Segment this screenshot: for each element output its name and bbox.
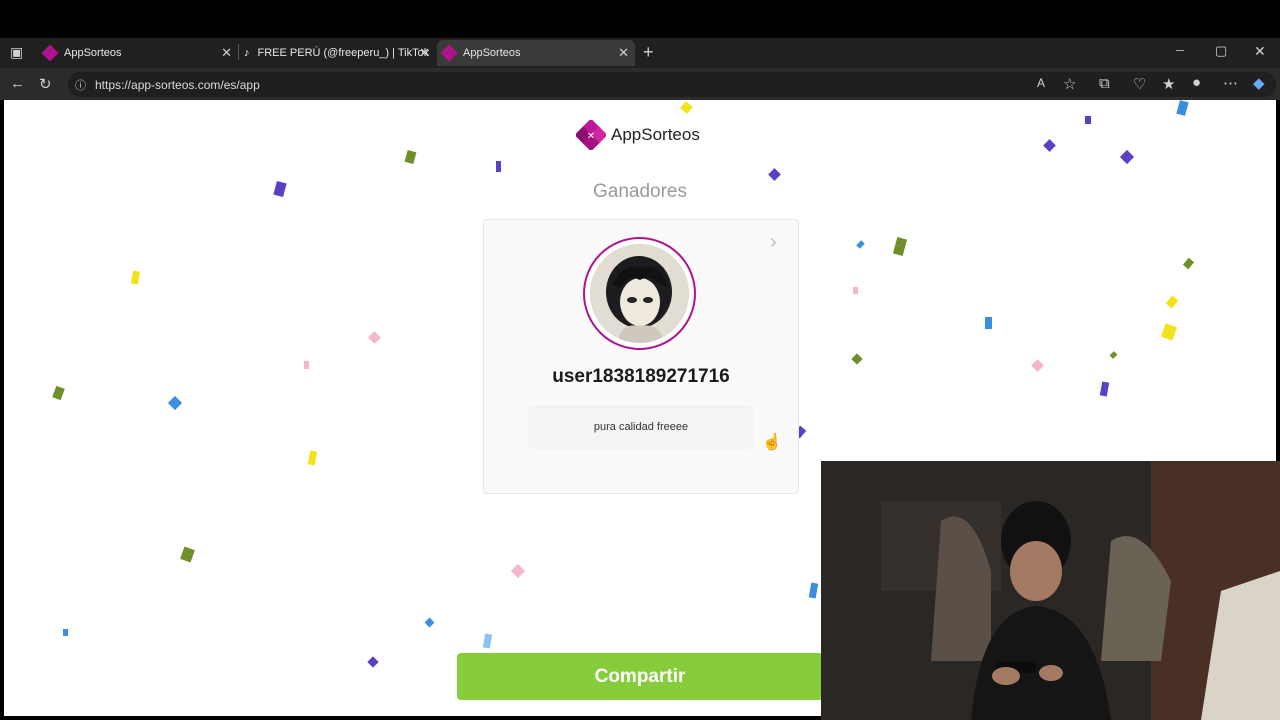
close-window-button[interactable]: ✕ bbox=[1254, 43, 1266, 60]
profile-avatar-icon[interactable]: ● bbox=[1192, 74, 1201, 91]
url-text: https://app-sorteos.com/es/app bbox=[95, 77, 260, 92]
winner-username: user1838189271716 bbox=[552, 366, 730, 387]
tab-appsorteos-1[interactable]: AppSorteos ✕ bbox=[38, 40, 238, 66]
site-info-icon[interactable]: ⓘ bbox=[75, 77, 86, 93]
winner-comment: pura calidad freeee bbox=[528, 405, 754, 449]
close-tab-icon[interactable]: ✕ bbox=[221, 45, 232, 61]
brand[interactable]: ✕ AppSorteos bbox=[576, 120, 700, 150]
tab-actions-icon[interactable]: ▣ bbox=[10, 44, 23, 61]
avatar-illustration bbox=[590, 244, 689, 343]
close-tab-icon[interactable]: ✕ bbox=[419, 45, 430, 61]
webcam-feed-image bbox=[821, 461, 1280, 720]
confetti-piece bbox=[496, 161, 501, 172]
tab-title: AppSorteos bbox=[463, 47, 521, 59]
tiktok-favicon-icon: ♪ bbox=[244, 47, 250, 59]
read-aloud-icon[interactable]: A bbox=[1037, 76, 1045, 90]
share-button[interactable]: Compartir bbox=[457, 653, 823, 700]
winner-avatar bbox=[590, 244, 689, 343]
back-icon[interactable]: ← bbox=[10, 75, 25, 92]
tab-title: AppSorteos bbox=[64, 47, 122, 59]
tab-tiktok[interactable]: ♪ FREE PERÚ (@freeperu_) | TikTok ✕ bbox=[238, 40, 436, 66]
os-top-bar bbox=[0, 0, 1280, 38]
confetti-piece bbox=[985, 317, 992, 329]
address-bar[interactable]: https://app-sorteos.com/es/app bbox=[68, 72, 1276, 97]
close-tab-icon[interactable]: ✕ bbox=[618, 45, 629, 61]
reload-icon[interactable]: ↻ bbox=[39, 75, 52, 93]
copilot-icon[interactable]: ◆ bbox=[1253, 74, 1265, 92]
extensions-icon[interactable]: ⧉ bbox=[1099, 75, 1110, 92]
favorite-star-icon[interactable]: ☆ bbox=[1063, 75, 1076, 93]
comment-text: pura calidad freeee bbox=[593, 421, 689, 433]
minimize-button[interactable]: ─ bbox=[1176, 45, 1184, 57]
tab-title: FREE PERÚ (@freeperu_) | TikTok bbox=[257, 47, 430, 59]
confetti-piece bbox=[1085, 116, 1091, 124]
webcam-overlay bbox=[821, 461, 1280, 720]
confetti-piece bbox=[304, 361, 309, 369]
maximize-button[interactable]: ▢ bbox=[1215, 43, 1227, 59]
appsorteos-logo-icon: ✕ bbox=[576, 120, 606, 150]
browser-essentials-icon[interactable]: ♡ bbox=[1133, 75, 1146, 93]
favorites-icon[interactable]: ★ bbox=[1162, 75, 1175, 93]
appsorteos-favicon-icon bbox=[41, 44, 59, 62]
brand-name: AppSorteos bbox=[611, 125, 700, 144]
page-title: Ganadores bbox=[592, 181, 687, 202]
next-winner-chevron-icon[interactable]: › bbox=[770, 231, 777, 254]
new-tab-button[interactable]: + bbox=[643, 42, 654, 63]
confetti-piece bbox=[853, 287, 858, 294]
hand-cursor-icon: ☝ bbox=[762, 434, 782, 451]
more-options-icon[interactable]: ⋯ bbox=[1223, 74, 1238, 92]
svg-text:✕: ✕ bbox=[587, 131, 595, 142]
tab-appsorteos-active[interactable]: AppSorteos ✕ bbox=[437, 40, 635, 66]
confetti-piece bbox=[63, 629, 68, 636]
appsorteos-favicon-icon bbox=[440, 44, 458, 62]
